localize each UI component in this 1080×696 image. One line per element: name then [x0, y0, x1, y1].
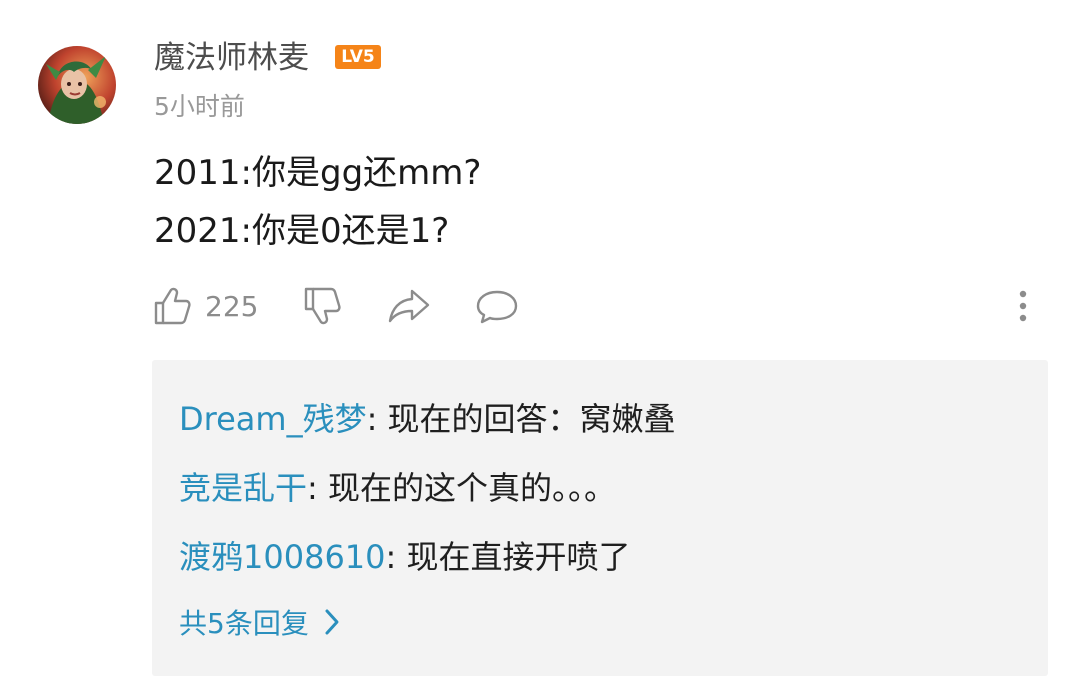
avatar[interactable]	[38, 46, 116, 124]
reply-text: 现在直接开喷了	[406, 538, 631, 576]
thumbs-up-icon	[154, 287, 191, 325]
reply-separator: :	[385, 538, 407, 576]
share-button[interactable]	[386, 284, 432, 328]
reply-separator: :	[307, 469, 328, 507]
reply-text: 现在的这个真的。。。	[327, 469, 616, 507]
reply-item[interactable]: Dream_残梦: 现在的回答：窝嫩叠	[179, 397, 676, 441]
reply-author[interactable]: 渡鸦1008610	[179, 538, 386, 576]
reply-item[interactable]: 渡鸦1008610: 现在直接开喷了	[179, 535, 631, 579]
more-vertical-icon	[1019, 290, 1027, 322]
comment-text-line: 2021:你是0还是1?	[154, 211, 450, 251]
dislike-button[interactable]	[302, 284, 344, 328]
reply-item[interactable]: 竞是乱干: 现在的这个真的。。。	[179, 466, 616, 510]
reply-text: 现在的回答：窝嫩叠	[387, 400, 676, 438]
thumbs-down-icon	[304, 287, 341, 325]
reply-author[interactable]: Dream_残梦	[179, 400, 367, 438]
comment-text-line: 2011:你是gg还mm?	[154, 153, 482, 193]
share-icon	[388, 289, 430, 323]
comment-timestamp: 5小时前	[154, 92, 245, 121]
reply-separator: :	[366, 400, 388, 438]
view-all-replies-link[interactable]: 共5条回复	[179, 600, 341, 644]
view-all-replies-label: 共5条回复	[179, 607, 309, 640]
level-badge: LV5	[335, 45, 381, 69]
chevron-right-icon	[325, 609, 339, 635]
avatar-image	[38, 46, 116, 124]
replies-preview[interactable]: Dream_残梦: 现在的回答：窝嫩叠 竞是乱干: 现在的这个真的。。。 渡鸦1…	[152, 360, 1048, 676]
reply-button[interactable]	[474, 284, 520, 328]
more-options-button[interactable]	[1008, 284, 1038, 328]
comment-bubble-icon	[476, 290, 518, 324]
reply-author[interactable]: 竞是乱干	[179, 469, 307, 507]
like-button[interactable]: 225	[153, 284, 258, 328]
username[interactable]: 魔法师林麦	[154, 36, 309, 80]
like-count: 225	[205, 289, 259, 323]
